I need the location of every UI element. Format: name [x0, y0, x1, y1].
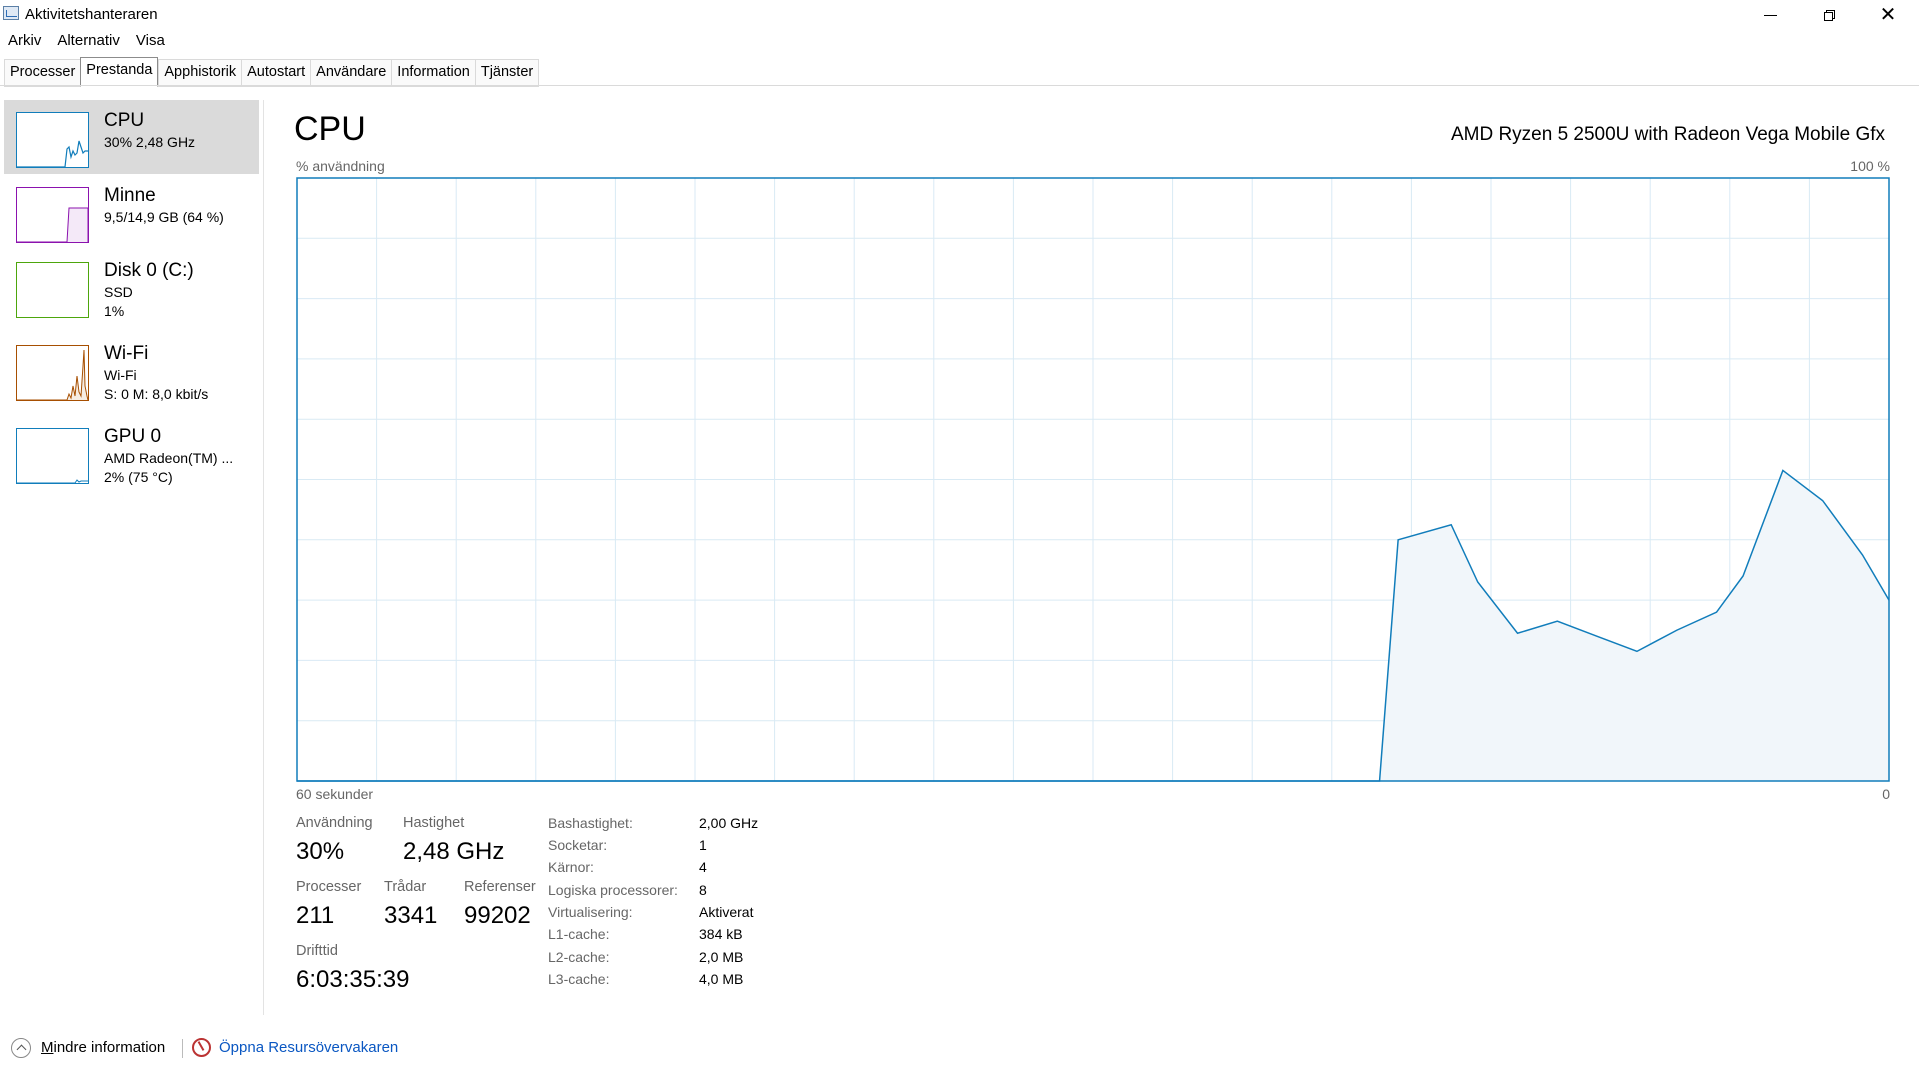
speed-label: Hastighet [403, 815, 465, 831]
spec-label: Virtualisering: [548, 904, 633, 920]
close-button[interactable]: ✕ [1859, 0, 1917, 30]
minimize-button[interactable] [1741, 0, 1799, 30]
restore-icon [1823, 9, 1835, 21]
processor-name: AMD Ryzen 5 2500U with Radeon Vega Mobil… [1450, 124, 1885, 145]
sidebar-item-title: Disk 0 (C:) [104, 260, 194, 281]
y-axis-label: % användning [296, 158, 385, 174]
sidebar-item-detail: AMD Radeon(TM) ... [104, 450, 234, 466]
open-resource-monitor-link[interactable]: Öppna Resursövervakaren [219, 1039, 398, 1056]
sidebar-item-detail: 2% (75 °C) [104, 469, 173, 485]
spec-value: 8 [699, 882, 707, 898]
spec-label: L1-cache: [548, 926, 610, 942]
tab-divider [0, 85, 1919, 86]
tab-information[interactable]: Information [391, 59, 475, 87]
footer-separator [182, 1039, 183, 1058]
sidebar-item-detail: 1% [104, 303, 125, 319]
wifi-thumbnail-graph [16, 345, 89, 401]
sidebar-item-detail: 9,5/14,9 GB (64 %) [104, 209, 224, 225]
x-axis-end-label: 0 [1882, 786, 1890, 802]
tab-strip: Processer Prestanda Apphistorik Autostar… [4, 57, 540, 87]
sidebar-item-detail: SSD [104, 284, 133, 300]
tab-processer[interactable]: Processer [4, 59, 81, 87]
handles-label: Referenser [464, 879, 536, 895]
spec-label: L3-cache: [548, 971, 610, 987]
minimize-icon [1763, 14, 1777, 16]
window-title: Aktivitetshanteraren [25, 6, 158, 23]
spec-value: 1 [699, 837, 707, 853]
spec-label: Logiska processorer: [548, 882, 678, 898]
fewer-details-link[interactable]: Mindre information [41, 1039, 165, 1056]
page-title: CPU [294, 110, 366, 148]
threads-value: 3341 [384, 902, 438, 929]
uptime-label: Drifttid [296, 943, 338, 959]
memory-thumbnail-graph [16, 187, 89, 243]
sidebar-item-cpu[interactable]: CPU 30% 2,48 GHz [4, 100, 259, 174]
restore-button[interactable] [1800, 0, 1858, 30]
usage-value: 30% [296, 838, 345, 865]
access-key: M [41, 1039, 54, 1056]
spec-label: L2-cache: [548, 949, 610, 965]
disk-thumbnail-graph [16, 262, 89, 318]
close-icon: ✕ [1879, 4, 1897, 26]
tab-anvandare[interactable]: Användare [310, 59, 392, 87]
sidebar-item-title: GPU 0 [104, 426, 162, 447]
processes-value: 211 [296, 902, 335, 929]
sidebar-item-memory[interactable]: Minne 9,5/14,9 GB (64 %) [4, 175, 259, 249]
usage-label: Användning [296, 815, 373, 831]
spec-label: Bashastighet: [548, 815, 633, 831]
spec-value: Aktiverat [699, 904, 754, 920]
menu-arkiv[interactable]: Arkiv [0, 31, 49, 53]
spec-value: 4 [699, 859, 707, 875]
spec-label: Socketar: [548, 837, 608, 853]
sidebar-item-title: Wi-Fi [104, 343, 149, 364]
cpu-usage-graph [296, 177, 1890, 782]
sidebar-item-detail: 30% 2,48 GHz [104, 134, 196, 150]
tab-autostart[interactable]: Autostart [241, 59, 311, 87]
sidebar-divider [263, 100, 264, 1015]
spec-value: 384 kB [699, 926, 743, 942]
spec-value: 2,0 MB [699, 949, 744, 965]
uptime-value: 6:03:35:39 [296, 966, 410, 993]
fewer-details-label: indre information [53, 1039, 166, 1056]
menu-visa[interactable]: Visa [128, 31, 173, 53]
sidebar-item-title: Minne [104, 185, 156, 206]
chevron-up-icon[interactable] [11, 1038, 31, 1058]
menu-bar: Arkiv Alternativ Visa [0, 31, 173, 53]
sidebar-item-wifi[interactable]: Wi-Fi Wi-Fi S: 0 M: 8,0 kbit/s [4, 333, 259, 407]
tab-prestanda[interactable]: Prestanda [80, 57, 159, 87]
spec-value: 2,00 GHz [699, 815, 759, 831]
y-axis-max-label: 100 % [1850, 158, 1890, 174]
sidebar-item-detail: S: 0 M: 8,0 kbit/s [104, 386, 209, 402]
x-axis-label: 60 sekunder [296, 786, 374, 802]
spec-value: 4,0 MB [699, 971, 744, 987]
sidebar-item-disk[interactable]: Disk 0 (C:) SSD 1% [4, 250, 259, 324]
gpu-thumbnail-graph [16, 428, 89, 484]
processes-label: Processer [296, 879, 362, 895]
sidebar-item-title: CPU [104, 110, 145, 131]
spec-label: Kärnor: [548, 859, 594, 875]
title-bar: Aktivitetshanteraren ✕ [0, 0, 1919, 30]
threads-label: Trådar [384, 879, 427, 895]
sidebar-item-gpu[interactable]: GPU 0 AMD Radeon(TM) ... 2% (75 °C) [4, 416, 259, 490]
speed-value: 2,48 GHz [403, 838, 505, 865]
sidebar-item-detail: Wi-Fi [104, 367, 137, 383]
handles-value: 99202 [464, 902, 531, 929]
resource-monitor-icon[interactable] [192, 1038, 211, 1057]
menu-alternativ[interactable]: Alternativ [49, 31, 128, 53]
tab-tjanster[interactable]: Tjänster [474, 59, 540, 87]
tab-apphistorik[interactable]: Apphistorik [158, 59, 242, 87]
task-manager-icon [3, 6, 19, 20]
cpu-thumbnail-graph [16, 112, 89, 168]
